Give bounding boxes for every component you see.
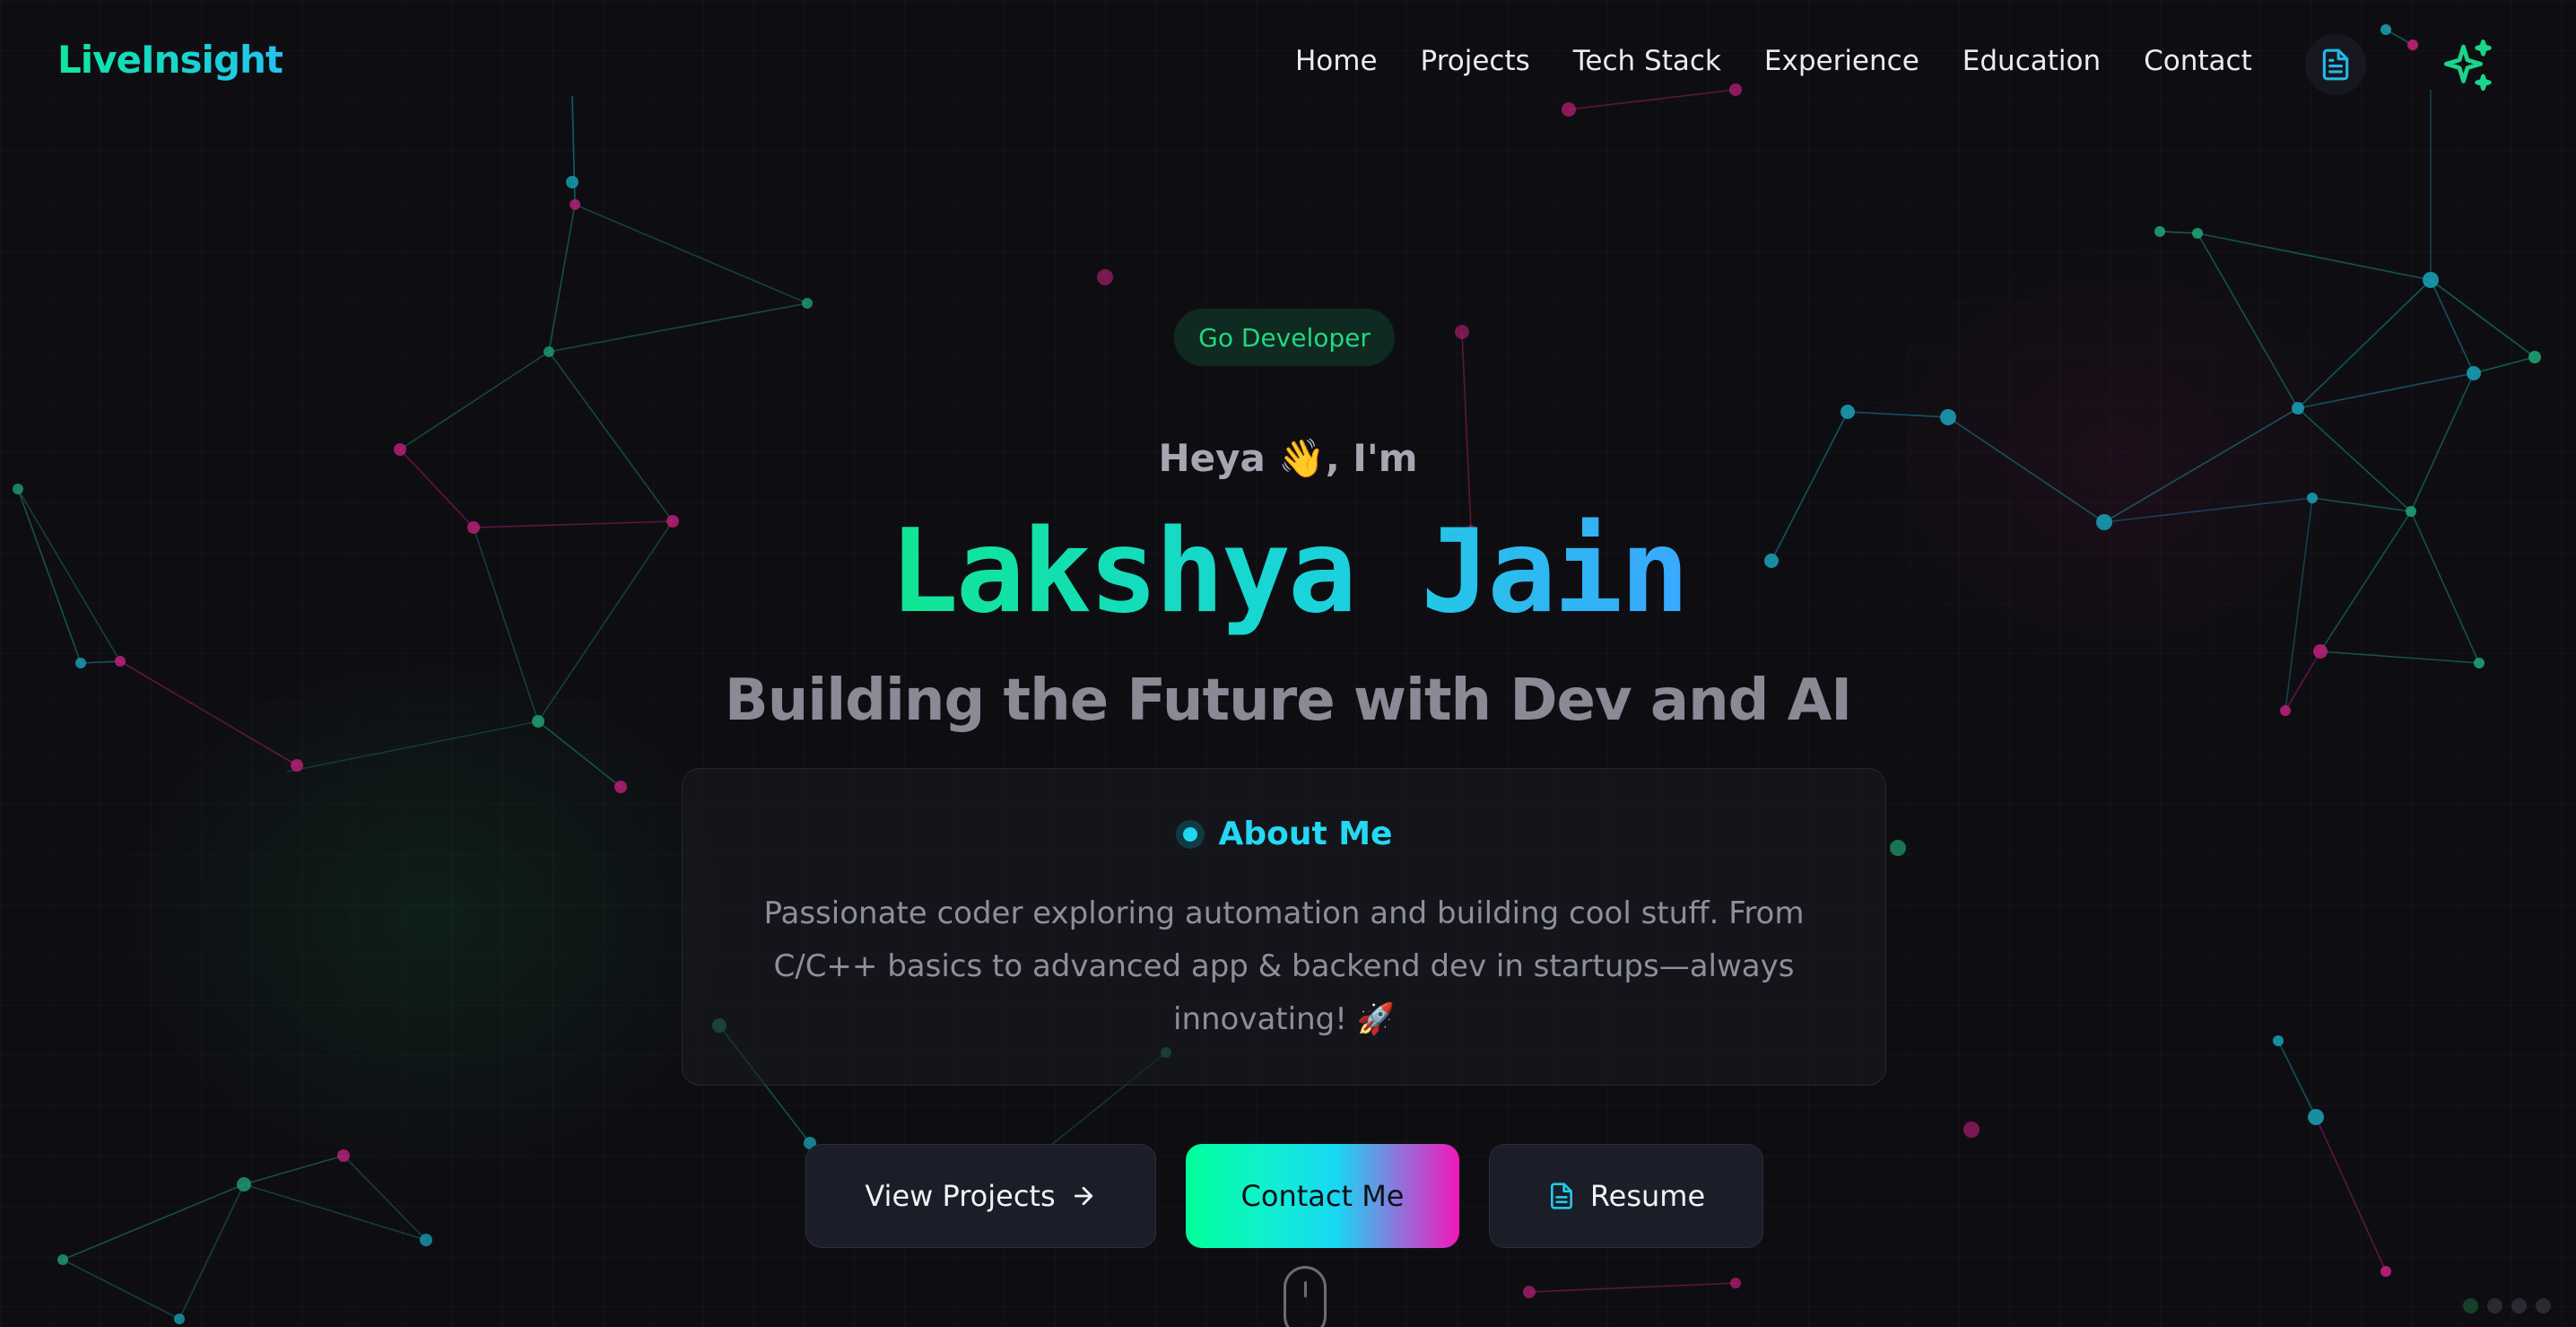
nav-link-contact[interactable]: Contact [2144,45,2252,77]
document-icon [1550,1183,1572,1209]
about-text: Passionate coder exploring automation an… [763,895,1805,1037]
resume-nav-button[interactable] [2305,34,2366,95]
page-dots [2463,1298,2551,1314]
nav-link-tech-stack[interactable]: Tech Stack [1573,45,1721,77]
particle-network [13,24,2541,1324]
theme-sparkle-button[interactable] [2434,32,2502,100]
nav-link-projects[interactable]: Projects [1421,45,1530,77]
scroll-mouse-icon[interactable] [1284,1266,1327,1327]
page-dot[interactable] [2511,1298,2527,1314]
about-card: About Me Passionate coder exploring auto… [682,768,1886,1086]
navbar: LiveInsight Home Projects Tech Stack Exp… [0,0,2576,129]
nav-link-experience[interactable]: Experience [1764,45,1919,77]
resume-label: Resume [1589,1179,1706,1213]
view-projects-label: View Projects [865,1179,1056,1213]
resume-button[interactable]: Resume [1489,1144,1763,1248]
hero-name: Lakshya Jain [0,510,2576,635]
page-dot[interactable] [2536,1298,2551,1314]
document-icon [2322,48,2349,81]
contact-me-label: Contact Me [1240,1179,1405,1213]
page-dot[interactable] [2463,1298,2478,1314]
view-projects-button[interactable]: View Projects [805,1144,1156,1248]
nav-links: Home Projects Tech Stack Experience Educ… [1295,45,2295,77]
arrow-right-icon [1074,1186,1092,1206]
pulse-dot-icon [1175,819,1205,849]
hero-tagline: Building the Future with Dev and AI [724,668,1852,734]
about-header: About Me [683,816,1885,852]
contact-me-button[interactable]: Contact Me [1186,1144,1459,1248]
greeting: Heya 👋, I'm [1158,436,1418,480]
site-logo[interactable]: LiveInsight [57,38,283,82]
page-dot[interactable] [2487,1298,2502,1314]
sparkles-icon [2443,39,2492,92]
role-badge: Go Developer [1174,309,1395,366]
about-title: About Me [1218,816,1393,852]
hero-name-text: Lakshya Jain [889,505,1690,639]
nav-link-home[interactable]: Home [1295,45,1378,77]
nav-link-education[interactable]: Education [1962,45,2101,77]
